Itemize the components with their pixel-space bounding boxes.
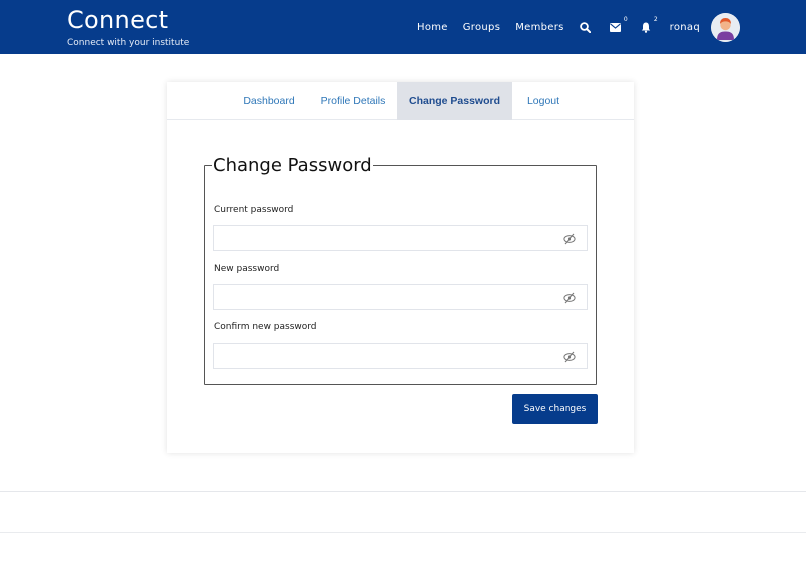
nav-members-link[interactable]: Members	[515, 22, 563, 33]
brand[interactable]: Connect Connect with your institute	[67, 5, 189, 49]
eye-slash-icon[interactable]	[563, 233, 576, 245]
new-password-input[interactable]	[214, 285, 587, 310]
eye-slash-icon[interactable]	[563, 292, 576, 304]
tab-profile-details[interactable]: Profile Details	[314, 82, 392, 120]
avatar[interactable]	[711, 12, 740, 42]
main-nav: Home Groups Members 0 2 ronaq	[402, 12, 740, 42]
new-password-label: New password	[214, 264, 280, 274]
new-password-field	[213, 284, 588, 310]
confirm-password-input[interactable]	[214, 344, 587, 369]
current-password-input[interactable]	[214, 226, 587, 251]
brand-subtitle: Connect with your institute	[67, 38, 190, 48]
top-navbar: Connect Connect with your institute Home…	[0, 0, 806, 54]
tab-change-password[interactable]: Change Password	[397, 82, 512, 120]
tab-dashboard[interactable]: Dashboard	[229, 82, 309, 120]
change-password-fieldset: Change Password Current password New pas…	[204, 155, 597, 385]
envelope-icon	[610, 22, 622, 32]
confirm-password-label: Confirm new password	[214, 322, 317, 332]
tab-logout[interactable]: Logout	[517, 82, 569, 120]
username-link[interactable]: ronaq	[670, 22, 700, 33]
brand-title[interactable]: Connect	[67, 5, 189, 35]
settings-card: Dashboard Profile Details Change Passwor…	[167, 82, 634, 453]
form-legend: Change Password	[213, 155, 372, 176]
settings-tabs: Dashboard Profile Details Change Passwor…	[167, 82, 634, 120]
search-icon[interactable]	[578, 20, 594, 34]
nav-home-link[interactable]: Home	[417, 22, 448, 33]
footer-divider-bottom	[0, 532, 806, 533]
nav-groups-link[interactable]: Groups	[463, 22, 500, 33]
messages-count-badge: 0	[623, 16, 628, 23]
messages-button[interactable]: 0	[608, 16, 628, 34]
save-changes-button[interactable]: Save changes	[512, 394, 598, 424]
current-password-label: Current password	[214, 205, 294, 215]
current-password-field	[213, 225, 588, 251]
eye-slash-icon[interactable]	[563, 351, 576, 363]
confirm-password-field	[213, 343, 588, 369]
bell-icon	[641, 22, 650, 33]
notifications-button[interactable]: 2	[638, 16, 658, 34]
footer-divider	[0, 491, 806, 492]
notifications-count-badge: 2	[653, 16, 658, 23]
